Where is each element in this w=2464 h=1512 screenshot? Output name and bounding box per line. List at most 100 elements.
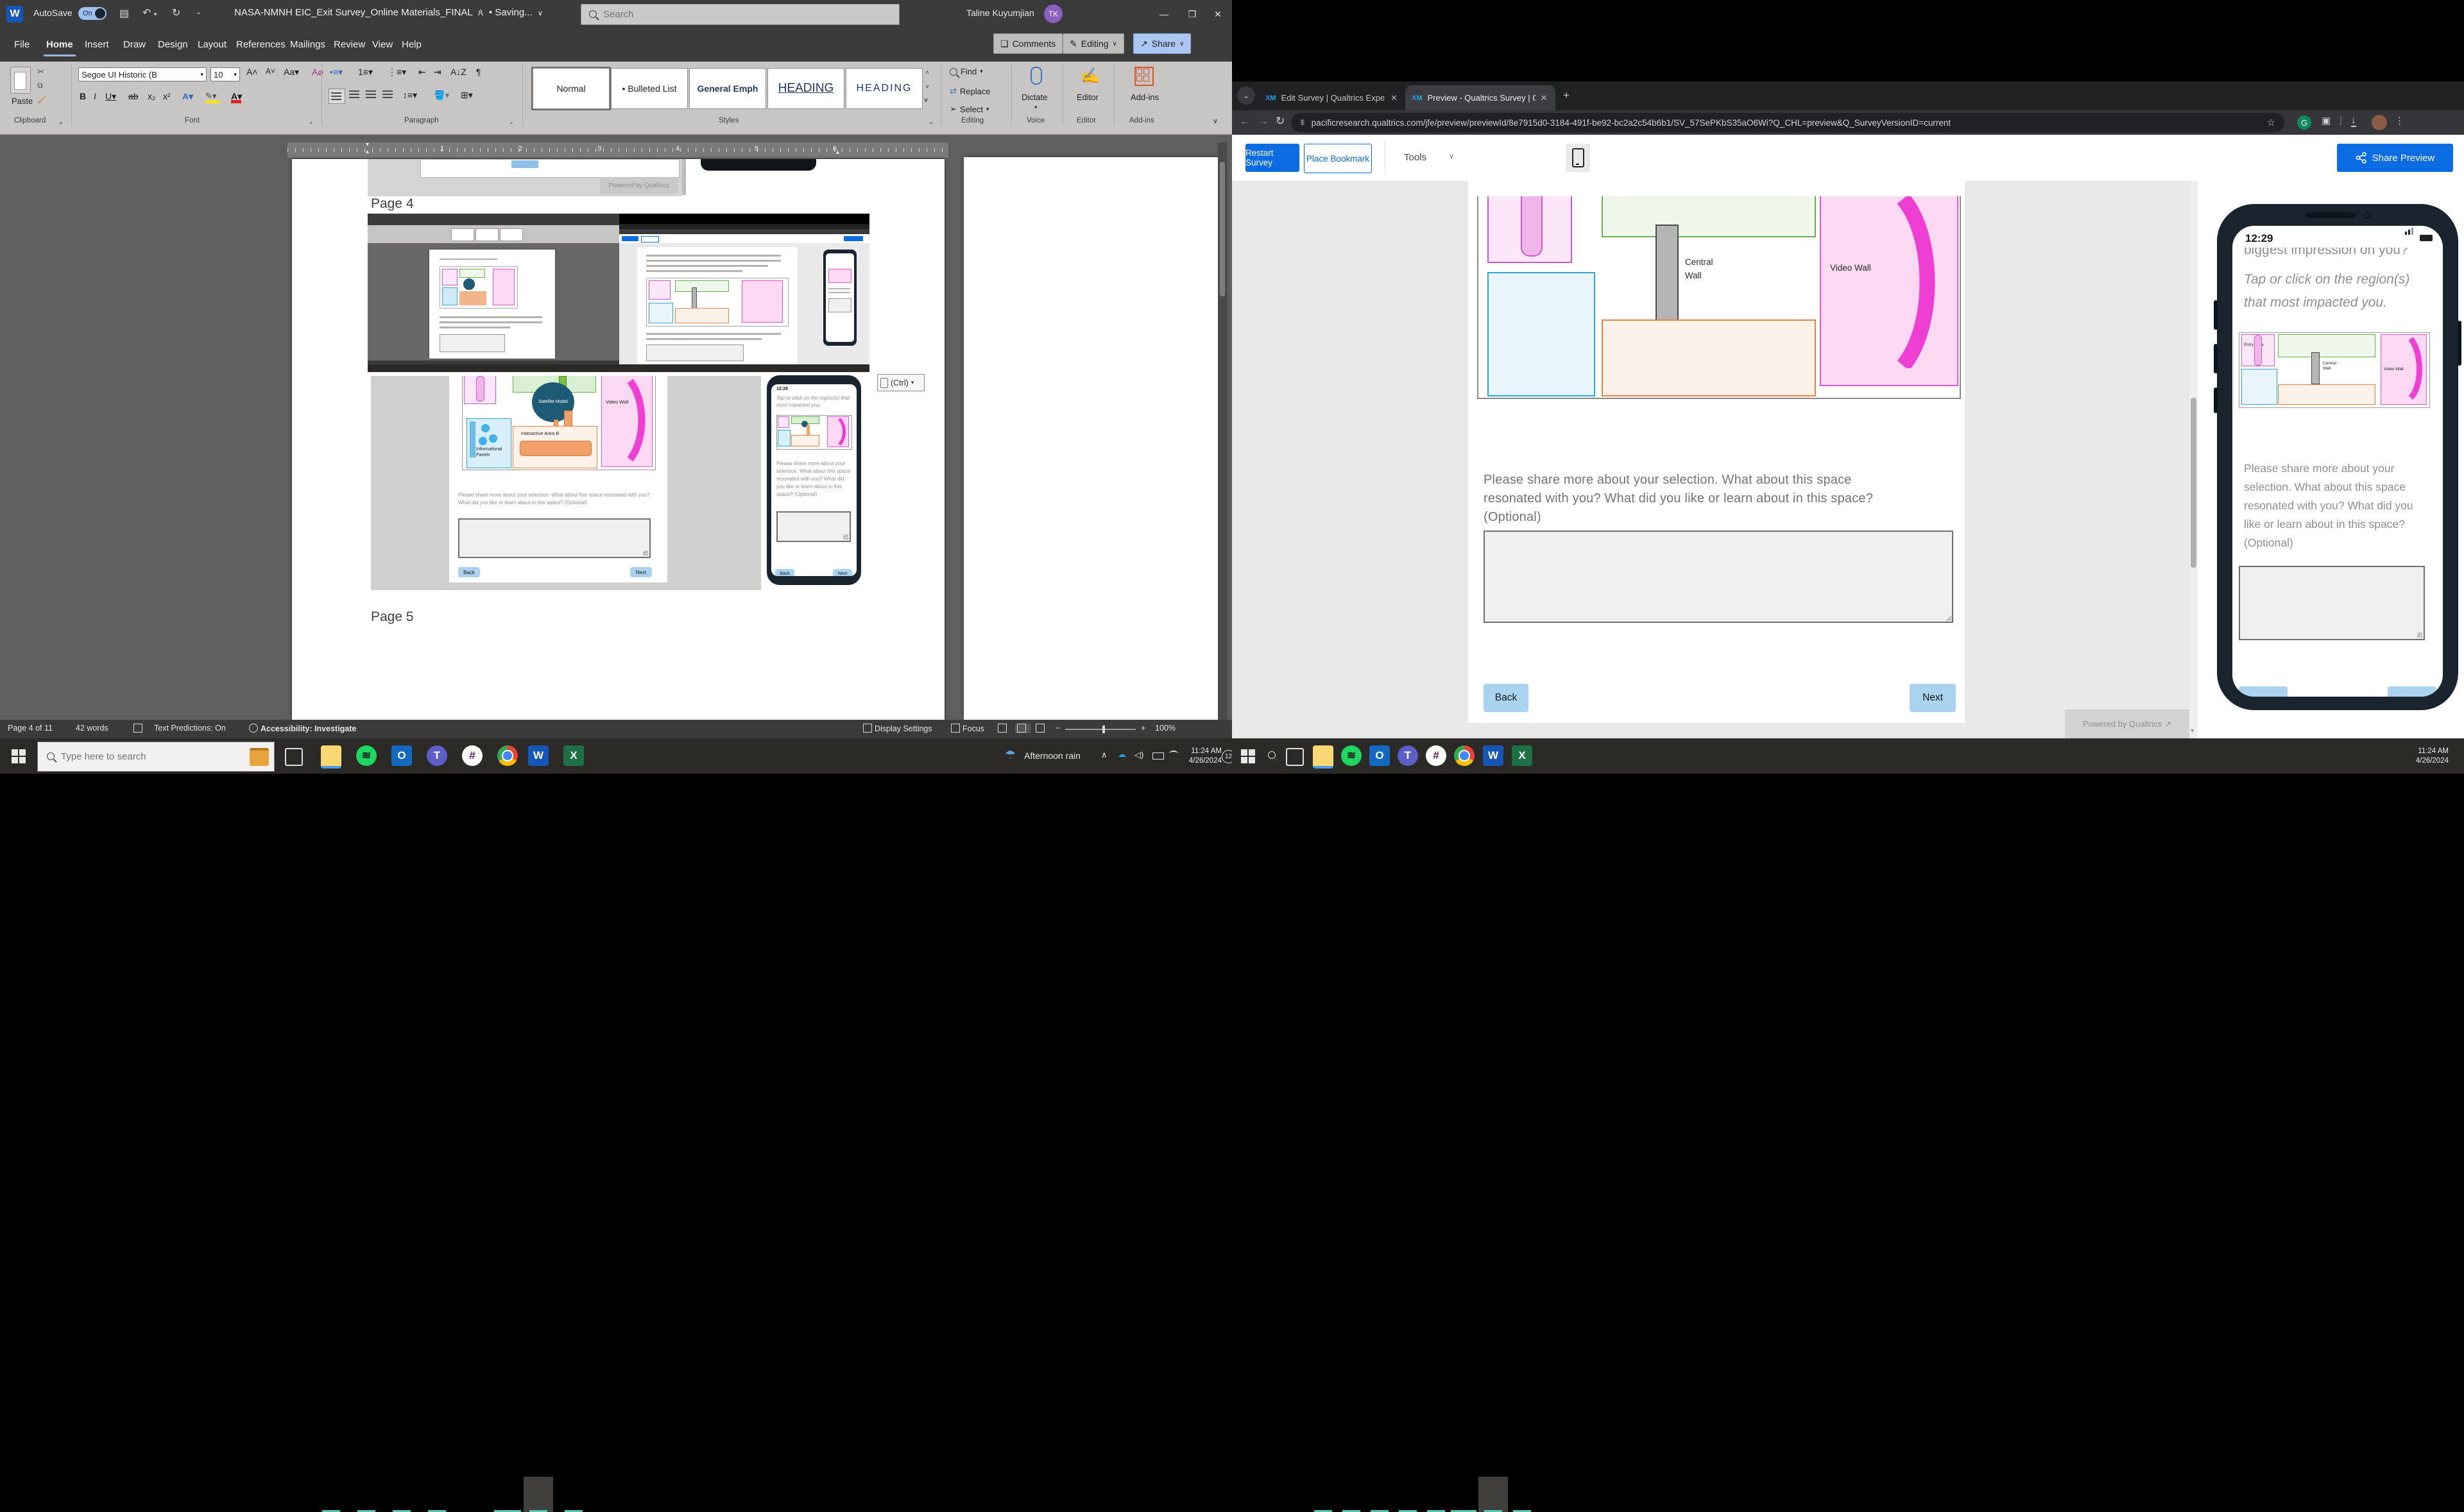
justify-button[interactable] bbox=[382, 90, 393, 100]
tab-mailings[interactable]: Mailings bbox=[287, 35, 328, 55]
styles-scroll-up-icon[interactable]: ˄ bbox=[925, 69, 929, 76]
decrease-indent-icon[interactable]: ⇤ bbox=[418, 67, 426, 78]
styles-scroll-down-icon[interactable]: ˅ bbox=[925, 83, 929, 90]
profile-avatar[interactable] bbox=[2372, 115, 2387, 130]
weather-umbrella-icon[interactable]: ☂ bbox=[1005, 748, 1016, 763]
phone-response-textarea[interactable] bbox=[2239, 566, 2425, 640]
text-effects-icon[interactable]: A▾ bbox=[182, 91, 193, 102]
format-painter-icon[interactable]: 🖌 bbox=[37, 95, 47, 104]
spotify-icon[interactable]: ≋ bbox=[1341, 745, 1362, 766]
document-scrollbar[interactable] bbox=[1218, 142, 1227, 720]
outlook-icon[interactable]: O bbox=[1369, 745, 1390, 766]
weather-text[interactable]: Afternoon rain bbox=[1024, 751, 1081, 761]
accessibility-status[interactable]: Accessibility: Investigate bbox=[249, 724, 356, 733]
text-predictions[interactable]: Text Predictions: On bbox=[154, 724, 226, 733]
reload-icon[interactable]: ↻ bbox=[1276, 115, 1285, 128]
forward-icon[interactable]: → bbox=[1258, 115, 1269, 128]
select-button[interactable]: ➢ Select▾ bbox=[950, 104, 989, 114]
restore-button[interactable]: ❐ bbox=[1178, 0, 1206, 28]
scrollbar-thumb[interactable] bbox=[1220, 162, 1225, 296]
style-heading-2[interactable]: HEADING bbox=[846, 68, 923, 109]
style-heading-1[interactable]: HEADING bbox=[767, 68, 844, 109]
taskbar-clock[interactable]: 11:24 AM 4/26/2024 bbox=[1182, 747, 1222, 766]
excel-icon[interactable]: X bbox=[1512, 745, 1532, 766]
strikethrough-button[interactable]: ab bbox=[128, 91, 139, 101]
tab-home[interactable]: Home bbox=[44, 35, 76, 56]
embedded-phone-mockup[interactable]: 12:29 Tap or click on the region(s) that… bbox=[767, 375, 861, 585]
word-count[interactable]: 42 words bbox=[76, 724, 108, 733]
chrome-icon[interactable] bbox=[497, 745, 518, 766]
informational-panels-area[interactable]: Informational Panels bbox=[466, 418, 511, 468]
embedded-survey-desktop-mockup[interactable]: Satellite Model Informational Panels Int… bbox=[371, 376, 761, 590]
share-button[interactable]: ↗ Share ∨ bbox=[1133, 33, 1191, 54]
styles-gallery-more-icon[interactable]: ⩛ bbox=[924, 96, 928, 105]
tab-review[interactable]: Review bbox=[331, 35, 368, 55]
close-tab-icon[interactable]: ✕ bbox=[1541, 93, 1548, 103]
dictate-mic-icon[interactable] bbox=[1031, 67, 1042, 85]
subscript-button[interactable]: x₂ bbox=[148, 91, 155, 101]
search-highlight-briefcase-icon[interactable] bbox=[250, 748, 269, 766]
proofing-icon[interactable] bbox=[133, 724, 145, 733]
teams-icon[interactable]: T bbox=[427, 745, 447, 766]
zoom-slider[interactable] bbox=[1065, 729, 1136, 730]
back-icon[interactable]: ← bbox=[1240, 115, 1251, 128]
video-wall-room[interactable]: Video Wall bbox=[1820, 196, 1958, 386]
blue-room[interactable] bbox=[1487, 272, 1595, 396]
multilevel-list-icon[interactable]: ⋮≡▾ bbox=[388, 67, 406, 78]
tools-dropdown[interactable]: Tools bbox=[1404, 152, 1426, 163]
outlook-icon[interactable]: O bbox=[391, 745, 412, 766]
close-tab-icon[interactable]: ✕ bbox=[1390, 93, 1398, 103]
align-left-button[interactable] bbox=[329, 89, 345, 104]
align-center-button[interactable] bbox=[349, 90, 359, 100]
sort-icon[interactable]: A↓Z bbox=[450, 67, 466, 77]
highlight-color-icon[interactable]: ✎▾ bbox=[205, 91, 219, 103]
phone-back-button[interactable] bbox=[2239, 686, 2288, 697]
embedded-video-wall-area[interactable]: Video Wall bbox=[601, 376, 653, 467]
redo-icon[interactable]: ↻ bbox=[172, 6, 180, 19]
tab-design[interactable]: Design bbox=[155, 35, 191, 55]
zoom-in-button[interactable]: + bbox=[1141, 724, 1145, 733]
scroll-down-arrow-icon[interactable]: ▾ bbox=[2191, 727, 2194, 735]
pilcrow-icon[interactable]: ¶ bbox=[476, 67, 481, 77]
powered-by-qualtrics[interactable]: Powered by Qualtrics ↗ bbox=[2065, 709, 2189, 738]
page-indicator[interactable]: Page 4 of 11 bbox=[8, 724, 53, 733]
embedded-screenshot-dual-monitor[interactable] bbox=[368, 214, 869, 372]
paste-icon[interactable] bbox=[10, 67, 31, 94]
site-info-icon[interactable]: ⩨ bbox=[1300, 117, 1305, 128]
tray-expand-icon[interactable]: ∧ bbox=[1101, 750, 1108, 760]
task-view-icon[interactable] bbox=[285, 748, 303, 766]
survey-scrollbar[interactable]: ▾ bbox=[2189, 181, 2198, 738]
align-right-button[interactable] bbox=[366, 90, 376, 100]
central-wall[interactable] bbox=[2311, 352, 2320, 384]
new-tab-button[interactable]: + bbox=[1563, 89, 1570, 102]
tab-layout[interactable]: Layout bbox=[195, 35, 229, 55]
copy-icon[interactable]: ⧉ bbox=[37, 81, 43, 90]
tab-draw[interactable]: Draw bbox=[121, 35, 148, 55]
style-general-emph[interactable]: General Emph bbox=[689, 68, 766, 109]
chrome-menu-kebab-icon[interactable]: ⋮ bbox=[2395, 115, 2404, 126]
extensions-puzzle-icon[interactable]: ▣ bbox=[2322, 115, 2331, 126]
tab-file[interactable]: File bbox=[12, 35, 32, 55]
zoom-slider-knob[interactable] bbox=[1102, 726, 1105, 733]
font-name-select[interactable]: Segoe UI Historic (B▾ bbox=[78, 67, 207, 81]
word-search-box[interactable] bbox=[581, 4, 900, 25]
word-taskbar-icon[interactable]: W bbox=[528, 745, 549, 766]
document-title[interactable]: NASA-NMNH EIC_Exit Survey_Online Materia… bbox=[234, 7, 543, 18]
phone-next-button[interactable] bbox=[2388, 686, 2436, 697]
read-mode-icon[interactable] bbox=[998, 724, 1009, 733]
dictate-chevron-icon[interactable]: ▾ bbox=[1034, 104, 1038, 111]
bullets-icon[interactable]: •≡▾ bbox=[330, 67, 343, 78]
font-size-select[interactable]: 10▾ bbox=[210, 67, 240, 81]
style-bulleted-list[interactable]: • Bulleted List bbox=[611, 68, 688, 109]
file-explorer-icon[interactable] bbox=[321, 745, 341, 769]
taskbar-search[interactable] bbox=[37, 742, 275, 772]
start-button[interactable] bbox=[12, 749, 26, 763]
teams-icon[interactable]: T bbox=[1398, 745, 1418, 766]
font-dialog-launcher-icon[interactable]: ⌟ bbox=[309, 117, 312, 125]
cut-icon[interactable]: ✂ bbox=[37, 67, 44, 77]
italic-button[interactable]: I bbox=[94, 91, 96, 101]
phone-floor-plan[interactable]: Entry Area Central Wall Video Wall bbox=[2239, 332, 2430, 408]
underline-button[interactable]: U▾ bbox=[105, 91, 116, 102]
green-room[interactable] bbox=[2278, 334, 2375, 357]
tab-insert[interactable]: Insert bbox=[82, 35, 112, 55]
